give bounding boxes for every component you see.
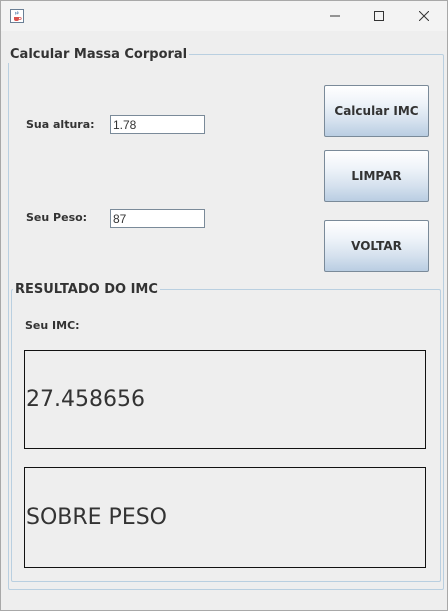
calcular-imc-button[interactable]: Calcular IMC xyxy=(324,85,429,137)
title-bar[interactable] xyxy=(1,1,447,31)
maximize-icon xyxy=(374,11,384,21)
maximize-button[interactable] xyxy=(356,1,402,31)
limpar-button[interactable]: LIMPAR xyxy=(324,150,429,202)
imc-classification-box: SOBRE PESO xyxy=(24,467,426,568)
imc-classification: SOBRE PESO xyxy=(26,505,168,530)
peso-input[interactable] xyxy=(110,209,205,228)
form-group-title: Calcular Massa Corporal xyxy=(8,47,190,63)
voltar-button[interactable]: VOLTAR xyxy=(324,220,429,272)
peso-label: Seu Peso: xyxy=(26,211,88,224)
imc-value: 27.458656 xyxy=(26,387,145,412)
app-window: Calcular Massa Corporal Sua altura: Seu … xyxy=(0,0,448,611)
minimize-icon xyxy=(330,11,340,21)
close-icon xyxy=(419,11,429,21)
imc-value-box: 27.458656 xyxy=(24,350,426,449)
close-button[interactable] xyxy=(401,1,447,31)
minimize-button[interactable] xyxy=(312,1,358,31)
java-coffee-icon xyxy=(10,8,24,23)
altura-label: Sua altura: xyxy=(26,118,95,131)
imc-label: Seu IMC: xyxy=(25,319,80,332)
altura-input[interactable] xyxy=(110,115,205,134)
result-group-title: RESULTADO DO IMC xyxy=(13,282,160,298)
